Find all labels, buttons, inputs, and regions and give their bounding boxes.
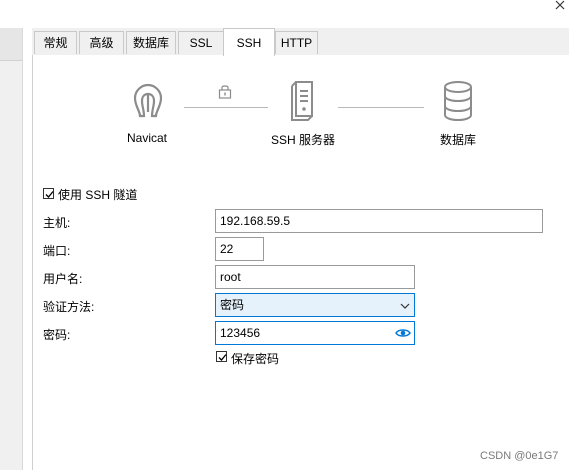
use-ssh-tunnel-checkbox[interactable] [43,188,54,199]
close-icon[interactable] [552,0,568,16]
auth-method-select[interactable]: 密码 [215,293,415,317]
password-input[interactable]: 123456 [215,321,415,345]
database-icon [442,80,474,122]
tab-database[interactable]: 数据库 [126,31,176,54]
check-icon [218,354,227,361]
database-label: 数据库 [440,133,477,147]
save-password-checkbox[interactable] [216,351,227,362]
ssh-server-icon [289,80,319,122]
port-input[interactable]: 22 [215,237,264,261]
save-password-label: 保存密码 [231,352,280,366]
connection-line-1 [184,107,268,108]
tab-advanced[interactable]: 高级 [79,31,124,54]
tab-bar: 常规 高级 数据库 SSL SSH HTTP [32,28,569,56]
chevron-down-icon[interactable] [400,300,410,310]
port-label: 端口: [43,244,71,258]
auth-method-label: 验证方法: [43,300,95,314]
watermark: CSDN @0e1G7 [480,450,559,462]
connection-line-2 [338,107,424,108]
host-label: 主机: [43,216,71,230]
eye-icon[interactable] [395,326,411,340]
username-label: 用户名: [43,272,83,286]
tab-ssl[interactable]: SSL [178,31,224,54]
tab-ssh[interactable]: SSH [223,28,275,56]
auth-method-value: 密码 [220,298,245,312]
username-input[interactable]: root [215,265,415,289]
navicat-label: Navicat [127,131,168,145]
tab-http[interactable]: HTTP [275,31,318,54]
lock-icon [218,83,232,99]
password-label: 密码: [43,328,71,342]
ssh-server-label: SSH 服务器 [271,133,336,147]
side-strip-header [0,28,22,61]
check-icon [45,191,54,198]
host-input[interactable]: 192.168.59.5 [215,209,543,233]
use-ssh-tunnel-label: 使用 SSH 隧道 [58,188,138,202]
tab-general[interactable]: 常规 [34,31,77,54]
navicat-icon [127,80,169,122]
side-strip [0,28,23,470]
